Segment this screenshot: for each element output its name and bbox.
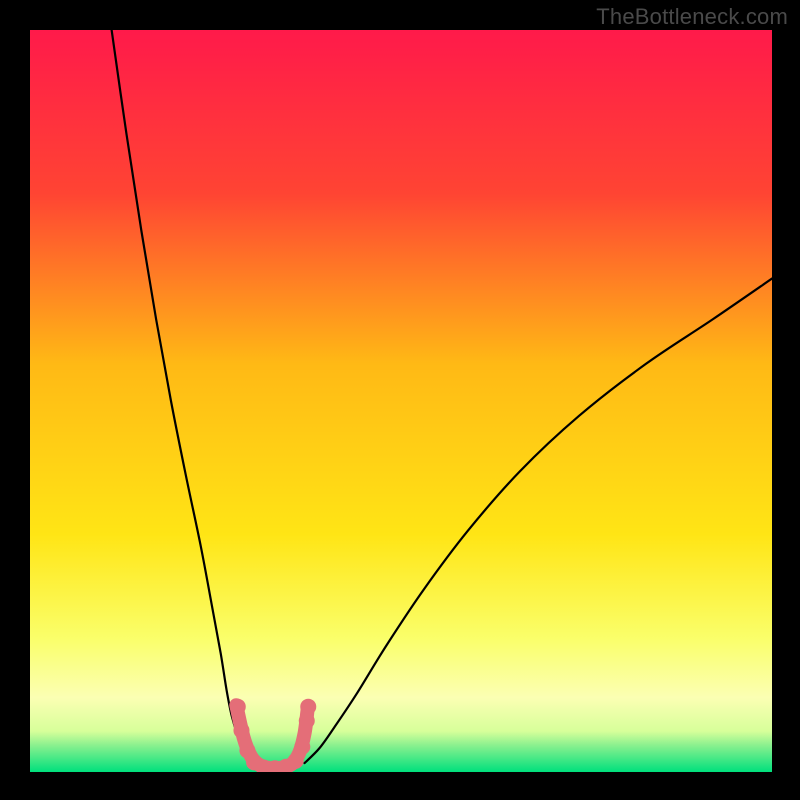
chart-svg [30, 30, 772, 772]
data-point [233, 722, 249, 738]
data-point [230, 699, 246, 715]
gradient-background [30, 30, 772, 772]
data-point [294, 739, 310, 755]
data-point [299, 713, 315, 729]
plot-area [30, 30, 772, 772]
data-point [300, 699, 316, 715]
data-point [288, 753, 304, 769]
watermark-text: TheBottleneck.com [596, 4, 788, 30]
